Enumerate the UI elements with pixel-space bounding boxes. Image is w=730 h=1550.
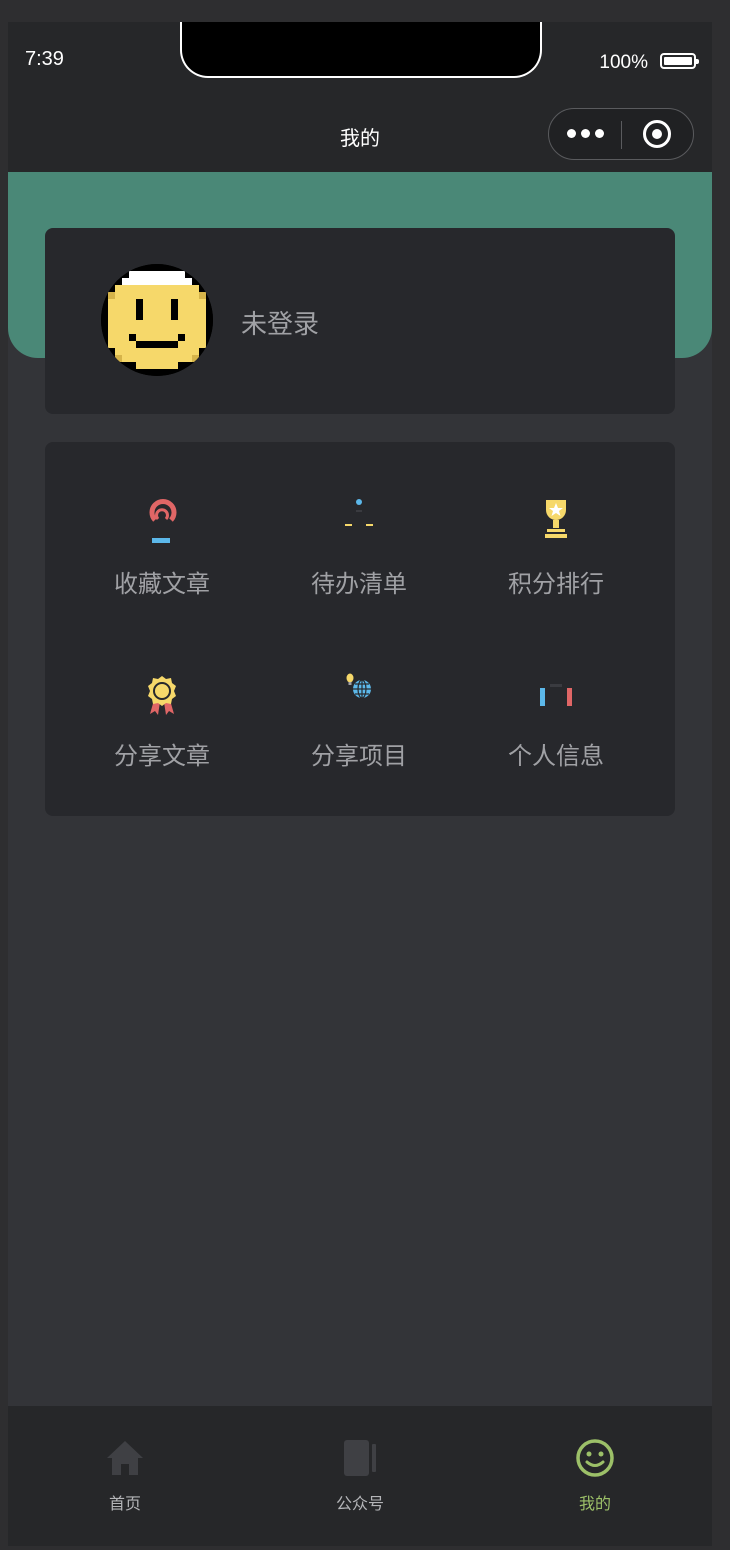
tab-official-account[interactable]: 公众号	[243, 1406, 477, 1546]
nav-bar: 我的	[8, 108, 712, 172]
battery-percent: 100%	[599, 52, 648, 73]
menu-label: 收藏文章	[114, 570, 210, 598]
tab-label: 公众号	[335, 1494, 384, 1513]
menu-item-ranking[interactable]: 积分排行	[456, 498, 656, 618]
menu-item-share-project[interactable]: 分享项目	[259, 670, 459, 790]
profile-card[interactable]: 未登录	[45, 228, 675, 414]
phone-screen: 7:39 100% 我的 未登录 收藏文章 待办清单 积分排行 分享文章 分享项…	[8, 22, 712, 1546]
menu-item-todo[interactable]: 待办清单	[259, 498, 459, 618]
trophy-icon	[545, 500, 567, 538]
tab-mine[interactable]: 我的	[478, 1406, 712, 1546]
medal-icon	[148, 676, 176, 715]
tab-home[interactable]: 首页	[8, 1406, 242, 1546]
menu-card: 收藏文章 待办清单 积分排行 分享文章 分享项目 个人信息	[45, 442, 675, 816]
menu-item-share-article[interactable]: 分享文章	[62, 670, 262, 790]
login-status[interactable]: 未登录	[241, 304, 319, 341]
more-dots-icon[interactable]	[567, 127, 607, 141]
menu-item-favorites[interactable]: 收藏文章	[62, 498, 262, 618]
book-icon	[344, 1440, 376, 1476]
device-notch	[180, 22, 542, 78]
tab-bar: 首页 公众号 我的	[8, 1406, 712, 1546]
globe-idea-icon	[346, 673, 371, 699]
target-icon[interactable]	[643, 120, 671, 148]
pixel-smiley-avatar[interactable]	[101, 264, 213, 376]
smiley-icon	[576, 1439, 614, 1477]
menu-label: 分享项目	[311, 742, 407, 770]
battery-icon	[660, 53, 699, 69]
menu-label: 待办清单	[311, 570, 407, 598]
menu-item-profile-info[interactable]: 个人信息	[456, 670, 656, 790]
todo-icon	[345, 499, 373, 526]
menu-label: 个人信息	[508, 742, 604, 770]
tab-label: 首页	[108, 1494, 141, 1513]
menu-label: 分享文章	[114, 742, 210, 770]
status-bar: 7:39 100%	[8, 22, 712, 108]
home-icon	[107, 1441, 143, 1475]
profile-info-icon	[540, 684, 572, 706]
favorite-icon	[149, 499, 177, 543]
status-time: 7:39	[25, 48, 64, 70]
capsule-divider	[621, 121, 622, 149]
tab-label: 我的	[578, 1494, 611, 1513]
mini-program-capsule	[548, 108, 694, 160]
menu-label: 积分排行	[508, 570, 604, 598]
